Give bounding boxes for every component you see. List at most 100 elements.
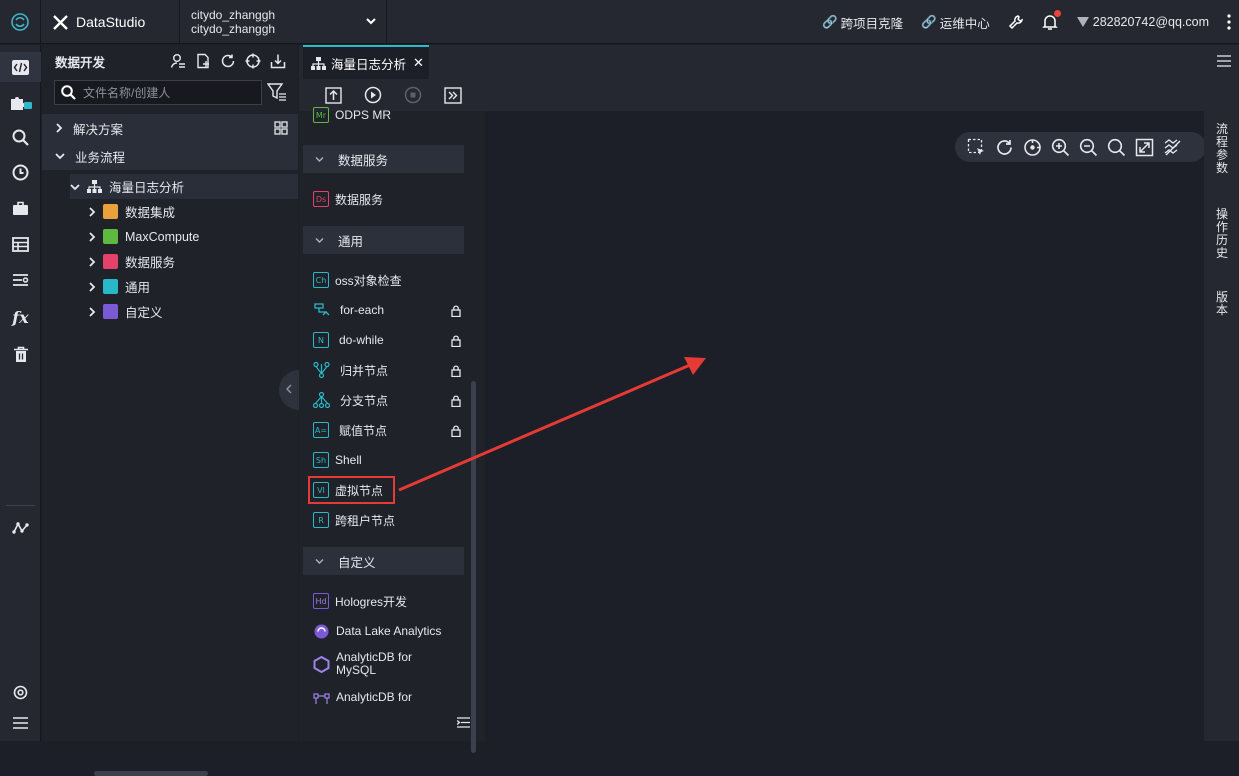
horizontal-scrollbar[interactable] [94,771,208,776]
project-selector[interactable]: citydo_zhanggh citydo_zhanggh [179,0,387,44]
go-operations-icon[interactable] [442,84,464,106]
user-menu[interactable]: 282820742@qq.com [1076,15,1209,29]
list-settings-icon[interactable] [0,265,41,295]
refresh-icon[interactable] [995,138,1014,157]
filter-user-icon[interactable] [170,53,186,69]
function-fx-icon[interactable]: fx [0,302,41,332]
file-search-input[interactable]: 文件名称/创建人 [54,80,262,105]
palette-item-label: Hologres开发 [335,594,408,609]
data-dev-code-icon[interactable] [0,52,41,82]
component-puzzle-icon[interactable] [0,87,41,117]
user-email: 282820742@qq.com [1092,15,1209,29]
zoom-in-icon[interactable] [1051,138,1070,157]
palette-item-adb-mysql[interactable]: AnalyticDB for MySQL [313,647,412,681]
palette-item-data-service[interactable]: Ds 数据服务 [313,188,383,210]
palette-item-merge[interactable]: 归并节点 [313,359,388,381]
data-lake-icon [314,624,329,638]
palette-item-adb-postgresql[interactable]: AnalyticDB for [313,690,412,704]
more-menu-icon[interactable] [1227,14,1231,30]
odps-mr-icon: Mr [313,107,329,123]
tree-item-label: 通用 [125,281,151,295]
palette-item-label-2: MySQL [336,663,377,677]
search-icon[interactable] [0,122,41,152]
tab-flow[interactable]: 海量日志分析 ✕ [303,45,429,79]
palette-group-label: 通用 [338,234,364,249]
lineage-graph-icon[interactable] [0,513,41,543]
clone-link[interactable]: 🔗 跨项目克隆 [822,13,903,32]
palette-group-custom[interactable]: 自定义 [303,547,464,575]
custom-icon [103,304,118,319]
tree-item-label: 数据集成 [125,206,176,220]
tree-item-data-service[interactable]: 数据服务 [88,249,175,274]
table-icon[interactable] [0,229,41,259]
palette-item-dla[interactable]: Data Lake Analytics [313,620,441,642]
palette-item-cross-tenant[interactable]: R 跨租户节点 [313,509,395,531]
hamburger-menu-icon[interactable] [0,708,41,738]
section-solutions[interactable]: 解决方案 [42,114,298,142]
cross-tenant-icon: R [313,512,329,528]
dataworks-logo-icon[interactable] [0,0,41,44]
recycle-bin-icon[interactable] [0,339,41,369]
settings-gear-icon[interactable] [0,677,41,707]
zoom-reset-icon[interactable] [1107,138,1126,157]
section-workflow[interactable]: 业务流程 [42,142,298,170]
palette-item-assign[interactable]: A= 赋值节点 [313,419,387,441]
filter-funnel-icon[interactable] [267,83,287,101]
tree-item-label: 自定义 [125,306,163,320]
refresh-icon[interactable] [220,53,236,69]
highlight-box [308,476,395,504]
palette-item-do-while[interactable]: N do-while [313,329,384,351]
new-file-icon[interactable] [195,53,211,69]
hide-lines-icon[interactable] [1163,138,1182,157]
palette-item-odps-mr[interactable]: Mr ODPS MR [313,104,391,126]
app-brand[interactable]: DataStudio [52,0,145,44]
lock-icon [451,365,461,377]
clock-icon[interactable] [0,157,41,187]
palette-scrollbar[interactable] [471,381,476,753]
run-icon[interactable] [362,84,384,106]
palette-item-for-each[interactable]: for-each [313,299,384,321]
do-while-n-icon: N [313,332,329,348]
tree-flow-node[interactable]: 海量日志分析 [70,174,298,199]
palette-item-label: ODPS MR [335,108,392,122]
data-service-icon [103,254,118,269]
grid-view-icon[interactable] [274,121,288,135]
project-name-1: citydo_zhanggh [191,8,276,22]
palette-item-oss-check[interactable]: Ch oss对象检查 [313,269,402,291]
locate-target-icon[interactable] [245,53,261,69]
flow-canvas[interactable] [485,111,1203,741]
project-name-2: citydo_zhanggh [191,22,276,36]
version-tab[interactable]: 版本 [1215,291,1229,317]
tree-item-custom[interactable]: 自定义 [88,299,163,324]
briefcase-icon[interactable] [0,193,41,223]
collapse-list-icon[interactable] [457,717,470,728]
ops-center-link[interactable]: 🔗 运维中心 [921,13,990,32]
palette-item-shell[interactable]: Sh Shell [313,449,362,471]
notification-dot [1053,9,1061,17]
tree-item-data-integration[interactable]: 数据集成 [88,199,175,224]
palette-group-data-service[interactable]: 数据服务 [303,145,464,173]
tree-item-maxcompute[interactable]: MaxCompute [88,224,199,249]
palette-group-general[interactable]: 通用 [303,226,464,254]
wrench-icon[interactable] [1008,14,1024,30]
tree-item-label: 数据服务 [125,256,176,270]
zoom-out-icon[interactable] [1079,138,1098,157]
import-icon[interactable] [270,53,286,69]
chevron-right-icon [56,123,63,133]
stop-icon[interactable] [402,84,424,106]
notification-bell-icon[interactable] [1041,9,1061,31]
submit-icon[interactable] [322,84,344,106]
palette-item-branch[interactable]: 分支节点 [313,389,388,411]
operation-history-tab[interactable]: 操作历史 [1215,208,1229,260]
flow-params-tab[interactable]: 流程参数 [1215,123,1229,175]
fullscreen-icon[interactable] [1135,138,1154,157]
menu-icon[interactable] [1217,55,1231,67]
chevron-right-icon [89,281,96,292]
box-select-icon[interactable] [967,138,986,157]
palette-item-hologres[interactable]: Hd Hologres开发 [313,590,407,612]
auto-layout-icon[interactable] [1023,138,1042,157]
close-icon[interactable]: ✕ [413,55,424,71]
data-integration-icon [103,204,118,219]
tree-item-general[interactable]: 通用 [88,274,150,299]
search-placeholder: 文件名称/创建人 [83,86,171,100]
